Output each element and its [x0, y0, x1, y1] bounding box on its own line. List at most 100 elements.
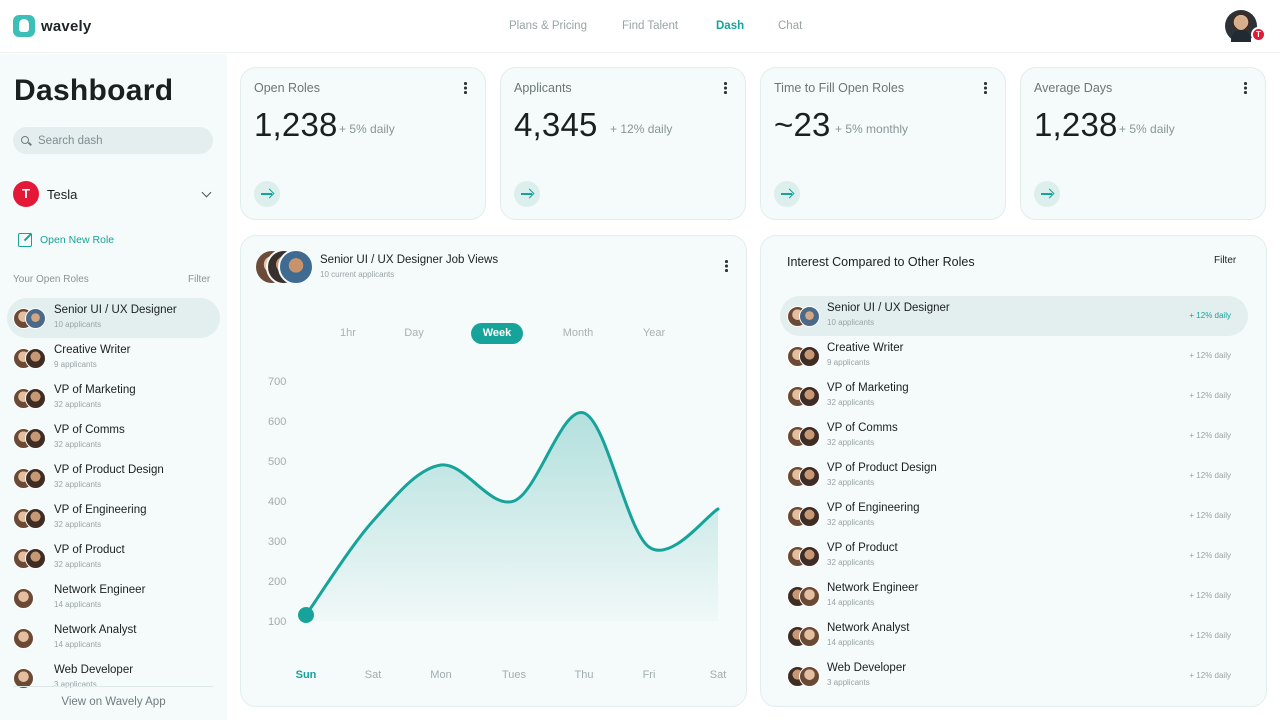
role-title: Creative Writer — [54, 344, 131, 356]
role-title: VP of Marketing — [54, 384, 136, 396]
interest-filter-button[interactable]: Filter — [1214, 255, 1236, 266]
view-on-app-link[interactable]: View on Wavely App — [0, 696, 227, 708]
interest-row[interactable]: VP of Marketing 32 applicants + 12% daily — [780, 376, 1248, 416]
arrow-right-icon[interactable] — [514, 181, 540, 207]
role-item-web-developer[interactable]: Web Developer 3 applicants — [7, 658, 220, 688]
role-applicants: 32 applicants — [54, 440, 102, 449]
app-logo[interactable]: wavely — [13, 15, 91, 37]
interest-role-title: VP of Product Design — [827, 462, 937, 474]
role-title: VP of Comms — [54, 424, 125, 436]
interest-role-title: VP of Product — [827, 542, 898, 554]
role-title: VP of Engineering — [54, 504, 147, 516]
role-item-vp-of-marketing[interactable]: VP of Marketing 32 applicants — [7, 378, 220, 418]
interest-row[interactable]: Creative Writer 9 applicants + 12% daily — [780, 336, 1248, 376]
avatar-stack — [13, 628, 47, 649]
more-options-icon[interactable] — [980, 82, 990, 96]
avatar — [799, 386, 820, 407]
role-item-vp-of-product[interactable]: VP of Product 32 applicants — [7, 538, 220, 578]
nav-chat[interactable]: Chat — [778, 20, 818, 32]
data-point[interactable] — [298, 607, 314, 623]
y-tick-label: 300 — [268, 536, 286, 548]
stat-value: 1,238 — [254, 106, 338, 143]
sidebar-filter-button[interactable]: Filter — [188, 274, 210, 285]
role-item-creative-writer[interactable]: Creative Writer 9 applicants — [7, 338, 220, 378]
nav-dash[interactable]: Dash — [716, 20, 778, 32]
interest-role-applicants: 32 applicants — [827, 518, 875, 527]
arrow-right-icon[interactable] — [254, 181, 280, 207]
y-tick-label: 700 — [268, 376, 286, 388]
arrow-right-icon[interactable] — [774, 181, 800, 207]
avatar-stack — [787, 506, 821, 527]
avatar-stack — [13, 348, 47, 369]
avatar — [799, 426, 820, 447]
role-item-vp-of-engineering[interactable]: VP of Engineering 32 applicants — [7, 498, 220, 538]
avatar-stack — [13, 428, 47, 449]
stat-label: Average Days — [1034, 81, 1113, 95]
avatar-stack — [13, 508, 47, 529]
stat-card-applicants: Applicants 4,345 + 12% daily — [500, 67, 746, 220]
x-tick-label: Tues — [502, 669, 527, 681]
role-item-senior-ui-ux-designer[interactable]: Senior UI / UX Designer 10 applicants — [7, 298, 220, 338]
interest-role-applicants: 32 applicants — [827, 478, 875, 487]
wavely-logo-icon — [13, 15, 35, 37]
more-options-icon[interactable] — [1240, 82, 1250, 96]
interest-row[interactable]: VP of Engineering 32 applicants + 12% dail… — [780, 496, 1248, 536]
interest-row[interactable]: Network Analyst 14 applicants + 12% daily — [780, 616, 1248, 656]
interest-role-title: Network Engineer — [827, 582, 919, 594]
role-item-network-analyst[interactable]: Network Analyst 14 applicants — [7, 618, 220, 658]
interest-delta: + 12% daily — [1189, 471, 1231, 480]
stat-delta: + 12% daily — [610, 122, 673, 136]
stat-label: Open Roles — [254, 81, 321, 95]
avatar — [25, 308, 46, 329]
open-new-role-button[interactable]: Open New Role — [18, 233, 114, 247]
interest-role-applicants: 10 applicants — [827, 318, 875, 327]
role-title: Web Developer — [54, 664, 134, 676]
stat-delta: + 5% monthly — [835, 122, 909, 136]
interest-role-applicants: 32 applicants — [827, 398, 875, 407]
job-views-chart-card: Senior UI / UX Designer Job Views 10 cur… — [240, 235, 747, 707]
top-bar: wavely Plans & Pricing Find Talent Dash … — [0, 0, 1280, 53]
stat-value: ~23 — [774, 106, 831, 143]
role-applicants: 32 applicants — [54, 560, 102, 569]
more-options-icon[interactable] — [720, 82, 730, 96]
nav-plans-pricing[interactable]: Plans & Pricing — [509, 20, 622, 32]
role-applicants: 32 applicants — [54, 520, 102, 529]
role-item-vp-of-product-design[interactable]: VP of Product Design 32 applicants — [7, 458, 220, 498]
role-title: Senior UI / UX Designer — [54, 304, 177, 316]
arrow-right-icon[interactable] — [1034, 181, 1060, 207]
role-item-network-engineer[interactable]: Network Engineer 14 applicants — [7, 578, 220, 618]
role-title: VP of Product — [54, 544, 125, 556]
interest-title: Interest Compared to Other Roles — [787, 255, 975, 269]
more-options-icon[interactable] — [460, 82, 470, 96]
avatar-stack — [787, 426, 821, 447]
interest-delta: + 12% daily — [1189, 391, 1231, 400]
interest-role-applicants: 14 applicants — [827, 638, 875, 647]
stat-card-open-roles: Open Roles 1,238 + 5% daily — [240, 67, 486, 220]
interest-role-title: VP of Engineering — [827, 502, 920, 514]
interest-delta: + 12% daily — [1189, 631, 1231, 640]
interest-row[interactable]: VP of Comms 32 applicants + 12% daily — [780, 416, 1248, 456]
avatar — [13, 588, 34, 609]
company-selector[interactable]: T Tesla — [13, 181, 215, 207]
nav-find-talent[interactable]: Find Talent — [622, 20, 716, 32]
avatar — [799, 306, 820, 327]
interest-row[interactable]: VP of Product 32 applicants + 12% daily — [780, 536, 1248, 576]
avatar — [13, 628, 34, 649]
search-input[interactable] — [13, 127, 213, 154]
avatar — [799, 506, 820, 527]
job-views-chart: 100 200 300 400 500 600 700 Sun Sat Mon Tues Thu Fri… — [268, 376, 726, 681]
role-item-vp-of-comms[interactable]: VP of Comms 32 applicants — [7, 418, 220, 458]
role-title: Network Engineer — [54, 584, 146, 596]
interest-row[interactable]: Senior UI / UX Designer 10 applicants + 12… — [780, 296, 1248, 336]
interest-row[interactable]: VP of Product Design 32 applicants + 12% d… — [780, 456, 1248, 496]
sidebar: Dashboard T Tesla Open New Role Your Ope… — [0, 54, 227, 720]
avatar — [13, 668, 34, 688]
chevron-down-icon — [201, 187, 212, 198]
role-title: Network Analyst — [54, 624, 137, 636]
interest-row[interactable]: Web Developer 3 applicants + 12% daily — [780, 656, 1248, 696]
app-name: wavely — [41, 17, 92, 35]
interest-row[interactable]: Network Engineer 14 applicants + 12% daily — [780, 576, 1248, 616]
stat-value: 1,238 — [1034, 106, 1118, 143]
interest-delta: + 12% daily — [1189, 591, 1231, 600]
avatar — [25, 348, 46, 369]
